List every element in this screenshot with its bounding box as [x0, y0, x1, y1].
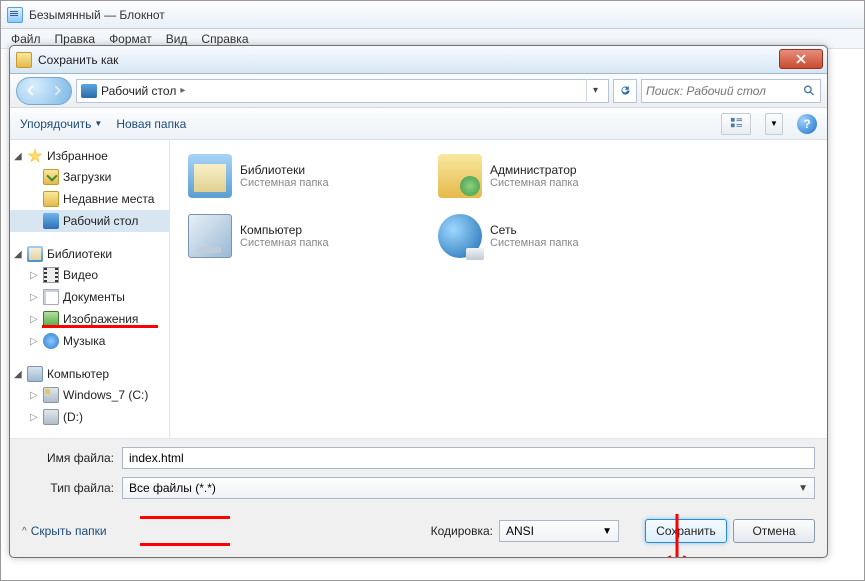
star-icon — [27, 148, 43, 164]
tree-item-images[interactable]: ▷Изображения — [10, 308, 169, 330]
notepad-window: Безымянный — Блокнот Файл Правка Формат … — [0, 0, 865, 581]
music-icon — [43, 333, 59, 349]
chevron-down-icon: ▼ — [798, 483, 808, 494]
computer-icon — [27, 366, 43, 382]
file-tile-admin[interactable]: АдминистраторСистемная папка — [434, 150, 654, 202]
refresh-icon — [619, 84, 632, 97]
new-folder-button[interactable]: Новая папка — [116, 117, 186, 131]
chevron-down-icon: ▼ — [602, 526, 612, 537]
dialog-title: Сохранить как — [38, 53, 118, 67]
breadcrumb[interactable]: Рабочий стол ▸ ▾ — [76, 79, 609, 103]
tree-item-documents[interactable]: ▷Документы — [10, 286, 169, 308]
nav-buttons[interactable] — [16, 77, 72, 105]
filename-label: Имя файла: — [22, 451, 122, 465]
drive-icon — [43, 387, 59, 403]
hide-folders-link[interactable]: ^ Скрыть папки — [22, 524, 107, 538]
file-tile-computer[interactable]: КомпьютерСистемная папка — [184, 210, 404, 262]
refresh-button[interactable] — [613, 79, 637, 103]
dialog-titlebar[interactable]: Сохранить как — [10, 46, 827, 74]
collapse-icon: ◢ — [14, 151, 23, 162]
organize-button[interactable]: Упорядочить▼ — [20, 117, 102, 131]
address-bar: Рабочий стол ▸ ▾ — [10, 74, 827, 108]
tree-item-recent[interactable]: Недавние места — [10, 188, 169, 210]
libraries-icon — [188, 154, 232, 198]
close-icon — [796, 54, 806, 64]
view-dropdown[interactable]: ▼ — [765, 113, 783, 135]
collapse-icon: ◢ — [14, 249, 23, 260]
document-icon — [43, 289, 59, 305]
file-tile-libraries[interactable]: БиблиотекиСистемная папка — [184, 150, 404, 202]
help-button[interactable]: ? — [797, 114, 817, 134]
tree-item-desktop[interactable]: Рабочий стол — [10, 210, 169, 232]
filetype-label: Тип файла: — [22, 481, 122, 495]
filetype-select[interactable]: Все файлы (*.*) ▼ — [122, 477, 815, 499]
chevron-up-icon: ^ — [22, 526, 27, 537]
user-folder-icon — [438, 154, 482, 198]
folder-icon — [43, 169, 59, 185]
breadcrumb-location: Рабочий стол — [101, 84, 176, 98]
file-tile-network[interactable]: СетьСистемная папка — [434, 210, 654, 262]
view-mode-button[interactable] — [721, 113, 751, 135]
notepad-title: Безымянный — Блокнот — [29, 8, 165, 22]
computer-icon — [188, 214, 232, 258]
image-icon — [43, 311, 59, 327]
back-icon — [25, 85, 36, 96]
search-input[interactable] — [646, 84, 803, 98]
notepad-titlebar[interactable]: Безымянный — Блокнот — [1, 1, 864, 29]
tree-item-downloads[interactable]: Загрузки — [10, 166, 169, 188]
tree-item-drive-d[interactable]: ▷(D:) — [10, 406, 169, 428]
tree-favorites[interactable]: ◢ Избранное — [10, 146, 169, 166]
chevron-right-icon: ▸ — [180, 85, 185, 96]
encoding-label: Кодировка: — [431, 524, 493, 538]
toolbar: Упорядочить▼ Новая папка ▼ ? — [10, 108, 827, 140]
forward-icon — [52, 85, 63, 96]
breadcrumb-dropdown[interactable]: ▾ — [586, 79, 604, 103]
search-icon — [803, 84, 816, 98]
filename-input[interactable] — [122, 447, 815, 469]
chevron-down-icon: ▼ — [94, 119, 102, 128]
tree-libraries[interactable]: ◢ Библиотеки — [10, 244, 169, 264]
notepad-icon — [7, 7, 23, 23]
network-icon — [438, 214, 482, 258]
main-area: ◢ Избранное Загрузки Недавние места Рабо… — [10, 140, 827, 438]
location-icon — [81, 84, 97, 98]
tree-computer[interactable]: ◢ Компьютер — [10, 364, 169, 384]
folder-icon — [43, 191, 59, 207]
tree-item-music[interactable]: ▷Музыка — [10, 330, 169, 352]
collapse-icon: ◢ — [14, 369, 23, 380]
tree-item-drive-c[interactable]: ▷Windows_7 (C:) — [10, 384, 169, 406]
save-button[interactable]: Сохранить — [645, 519, 727, 543]
file-fields: Имя файла: Тип файла: Все файлы (*.*) ▼ — [10, 438, 827, 513]
search-box[interactable] — [641, 79, 821, 103]
drive-icon — [43, 409, 59, 425]
nav-pane: ◢ Избранное Загрузки Недавние места Рабо… — [10, 140, 170, 438]
cancel-button[interactable]: Отмена — [733, 519, 815, 543]
content-pane[interactable]: БиблиотекиСистемная папка АдминистраторС… — [170, 140, 827, 438]
close-button[interactable] — [779, 49, 823, 69]
desktop-icon — [43, 213, 59, 229]
dialog-icon — [16, 52, 32, 68]
tree-item-video[interactable]: ▷Видео — [10, 264, 169, 286]
encoding-select[interactable]: ANSI ▼ — [499, 520, 619, 542]
view-icon — [730, 117, 743, 130]
libraries-icon — [27, 246, 43, 262]
dialog-footer: ^ Скрыть папки Кодировка: ANSI ▼ Сохрани… — [10, 513, 827, 553]
save-as-dialog: Сохранить как Рабочий стол ▸ ▾ — [9, 45, 828, 558]
video-icon — [43, 267, 59, 283]
